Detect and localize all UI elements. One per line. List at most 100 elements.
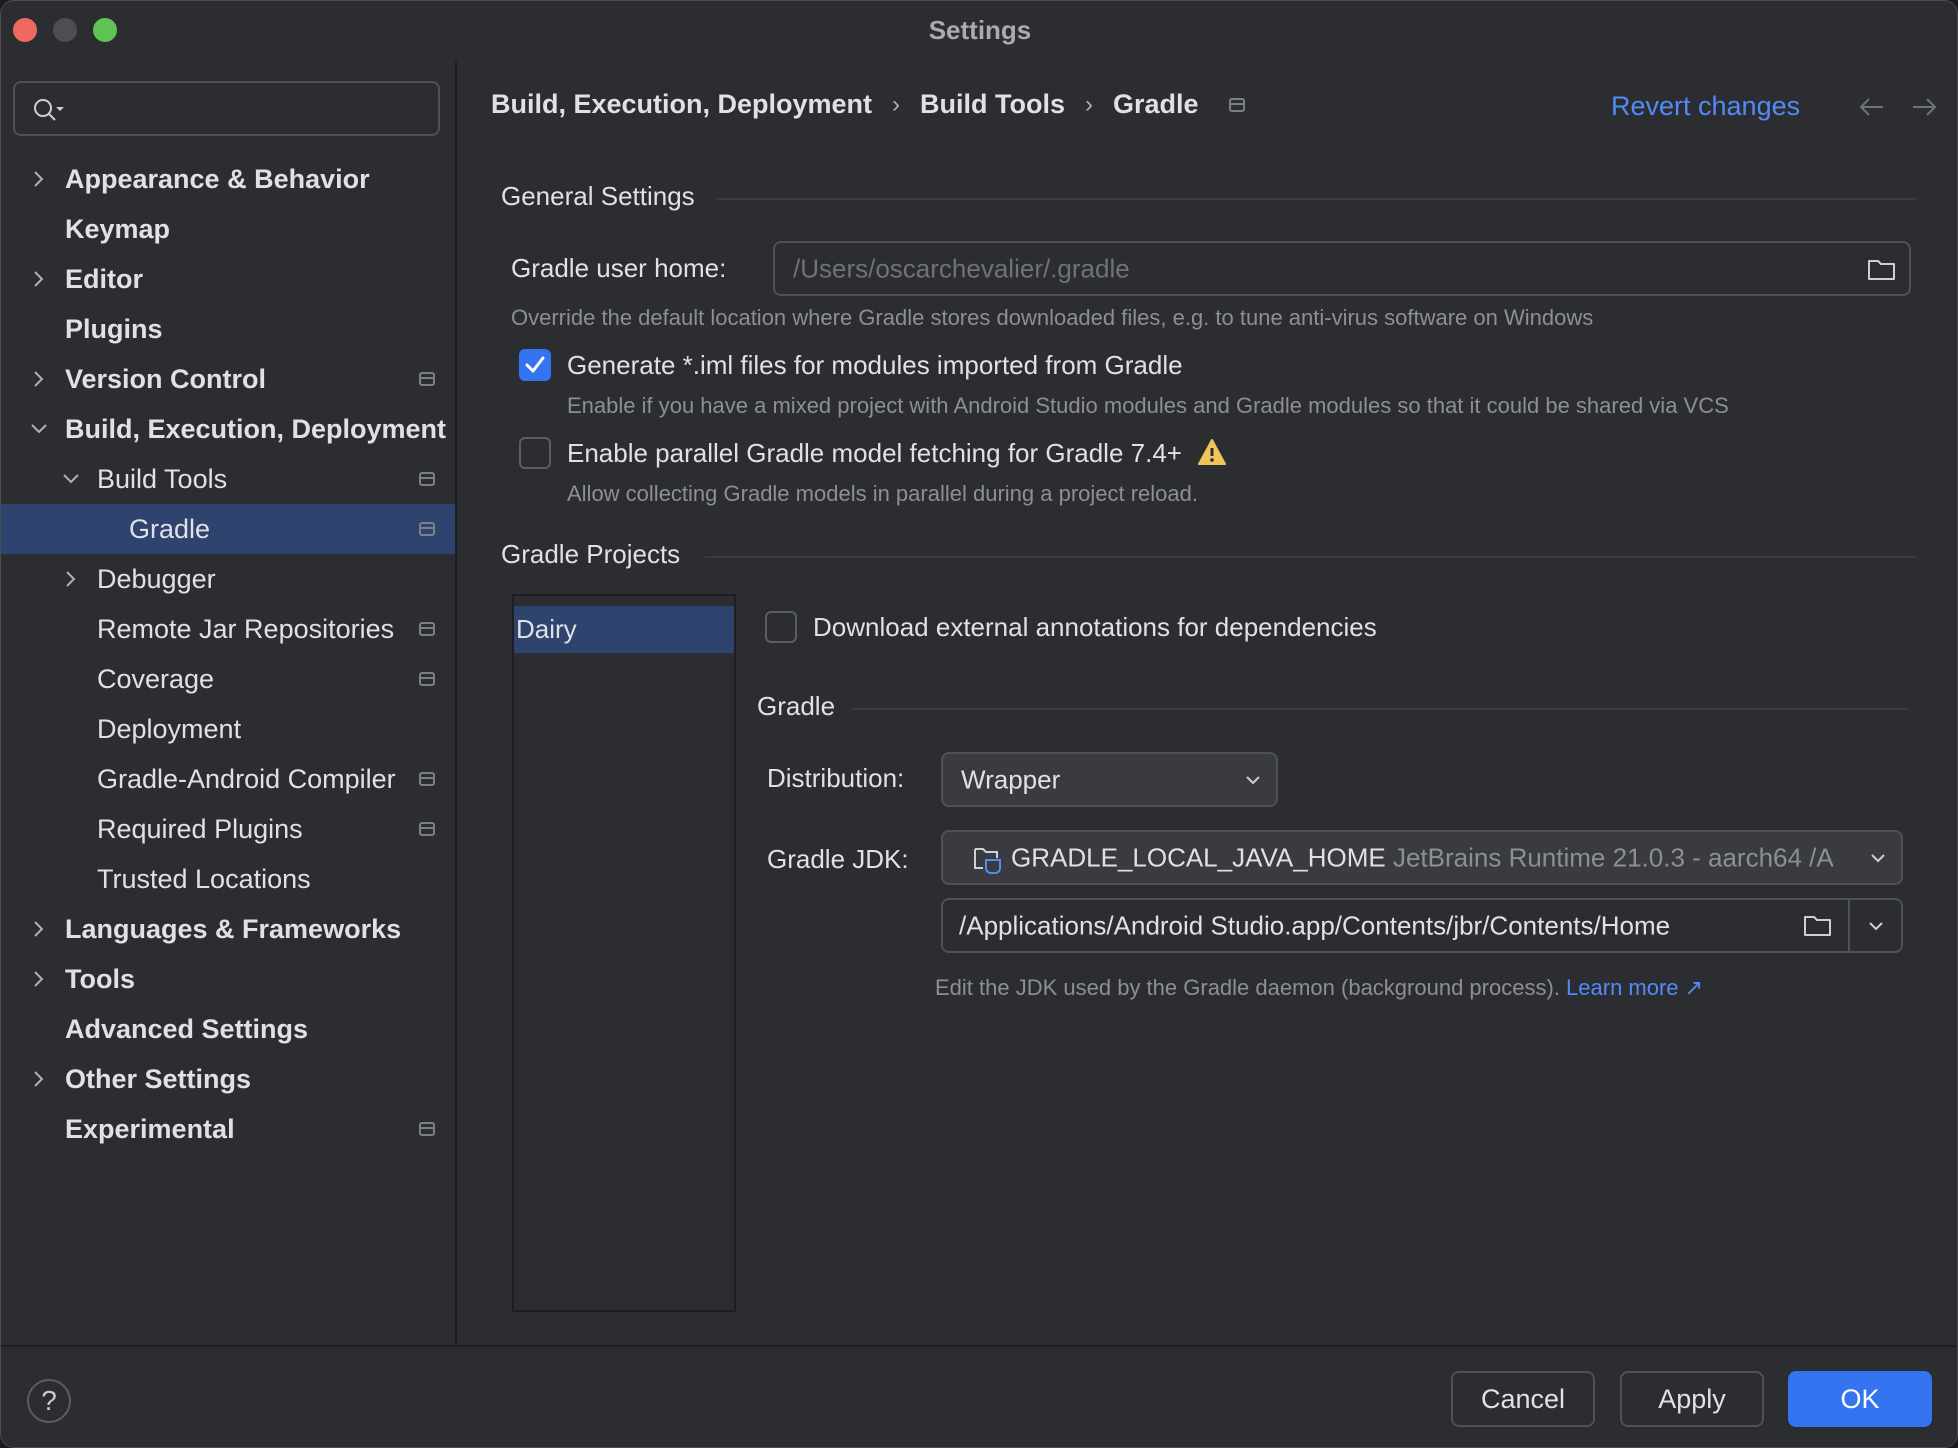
sidebar-item[interactable]: Build, Execution, Deployment [1, 404, 455, 454]
sidebar-item[interactable]: Trusted Locations [1, 854, 455, 904]
settings-content: Build, Execution, Deployment › Build Too… [459, 61, 1957, 1345]
jdk-hint: Edit the JDK used by the Gradle daemon (… [935, 975, 1703, 1001]
project-level-icon [419, 772, 435, 786]
sidebar-item[interactable]: Appearance & Behavior [1, 154, 455, 204]
project-level-icon [419, 472, 435, 486]
chevron-right-icon[interactable] [29, 369, 49, 389]
sidebar-item-label: Debugger [97, 563, 216, 594]
gradle-jdk-dropdown[interactable]: GRADLE_LOCAL_JAVA_HOME JetBrains Runtime… [941, 830, 1903, 885]
revert-changes-link[interactable]: Revert changes [1611, 91, 1800, 122]
forward-arrow-icon[interactable] [1909, 97, 1939, 117]
chevron-right-icon[interactable] [29, 269, 49, 289]
project-list-item[interactable]: Dairy [514, 606, 734, 653]
project-level-icon [419, 1122, 435, 1136]
sidebar-item-label: Tools [65, 963, 135, 994]
chevron-down-icon[interactable] [29, 419, 49, 439]
project-level-icon [1228, 97, 1245, 112]
sidebar-item-label: Required Plugins [97, 813, 303, 844]
cancel-button[interactable]: Cancel [1451, 1371, 1595, 1427]
section-divider [705, 556, 1917, 558]
parallel-fetch-label[interactable]: Enable parallel Gradle model fetching fo… [567, 438, 1227, 469]
project-level-icon [419, 672, 435, 686]
section-divider [851, 708, 1909, 710]
chevron-right-icon[interactable] [29, 169, 49, 189]
sidebar-item[interactable]: Debugger [1, 554, 455, 604]
section-divider [717, 198, 1917, 200]
jdk-folder-icon [974, 848, 1001, 874]
chevron-down-icon [1246, 775, 1260, 784]
project-level-icon [419, 372, 435, 386]
sidebar-item[interactable]: Plugins [1, 304, 455, 354]
generate-iml-checkbox[interactable] [519, 349, 551, 381]
gradle-projects-list: Dairy [512, 594, 736, 1312]
help-button[interactable]: ? [27, 1379, 71, 1423]
search-icon [34, 99, 64, 121]
sidebar-item-label: Plugins [65, 313, 163, 344]
generate-iml-hint: Enable if you have a mixed project with … [567, 393, 1729, 418]
sidebar-item-label: Deployment [97, 713, 242, 744]
folder-icon[interactable] [1803, 914, 1833, 938]
chevron-down-icon[interactable] [1867, 920, 1885, 932]
sidebar-item[interactable]: Editor [1, 254, 455, 304]
sidebar-item-label: Keymap [65, 213, 171, 244]
general-settings-title: General Settings [501, 181, 695, 211]
sidebar-item[interactable]: Gradle-Android Compiler [1, 754, 455, 804]
chevron-down-icon[interactable] [61, 469, 81, 489]
sidebar-item-label: Gradle-Android Compiler [97, 763, 396, 794]
chevron-right-icon[interactable] [29, 969, 49, 989]
sidebar-item[interactable]: Coverage [1, 654, 455, 704]
apply-button[interactable]: Apply [1620, 1371, 1764, 1427]
breadcrumb-item: Gradle [1113, 89, 1199, 119]
sidebar-item-label: Build Tools [97, 463, 228, 494]
folder-icon[interactable] [1867, 258, 1897, 282]
sidebar-item[interactable]: Tools [1, 954, 455, 1004]
ok-button[interactable]: OK [1788, 1371, 1932, 1427]
sidebar-item[interactable]: Remote Jar Repositories [1, 604, 455, 654]
distribution-dropdown[interactable]: Wrapper [941, 752, 1278, 807]
warning-icon [1198, 439, 1227, 465]
sidebar-item[interactable]: Other Settings [1, 1054, 455, 1104]
sidebar-item-label: Other Settings [65, 1063, 252, 1094]
chevron-right-icon[interactable] [61, 569, 81, 589]
distribution-label: Distribution: [767, 763, 905, 793]
gradle-user-home-input[interactable]: /Users/oscarchevalier/.gradle [773, 241, 1911, 296]
breadcrumb-separator: › [1085, 90, 1094, 118]
sidebar-item-label: Gradle [129, 513, 211, 544]
chevron-right-icon[interactable] [29, 1069, 49, 1089]
sidebar-item[interactable]: Deployment [1, 704, 455, 754]
breadcrumb-item[interactable]: Build Tools [920, 89, 1065, 120]
settings-sidebar: Appearance & Behavior Keymap Editor Plugins… [1, 61, 457, 1345]
sidebar-item[interactable]: Build Tools [1, 454, 455, 504]
back-arrow-icon[interactable] [1857, 97, 1887, 117]
gradle-jdk-value: GRADLE_LOCAL_JAVA_HOME JetBrains Runtime… [1011, 842, 1851, 873]
sidebar-item-label: Coverage [97, 663, 215, 694]
settings-search-input[interactable] [13, 81, 440, 136]
sidebar-item[interactable]: Version Control [1, 354, 455, 404]
sidebar-item-label: Remote Jar Repositories [97, 613, 395, 644]
learn-more-link[interactable]: Learn more ↗ [1566, 975, 1703, 1000]
sidebar-item-label: Experimental [65, 1113, 235, 1144]
chevron-right-icon[interactable] [29, 919, 49, 939]
sidebar-item-label: Trusted Locations [97, 863, 311, 894]
breadcrumb-item[interactable]: Build, Execution, Deployment [491, 89, 872, 120]
download-annotations-label[interactable]: Download external annotations for depend… [813, 612, 1377, 643]
sidebar-item[interactable]: Keymap [1, 204, 455, 254]
sidebar-item[interactable]: Required Plugins [1, 804, 455, 854]
parallel-fetch-checkbox[interactable] [519, 437, 551, 469]
sidebar-item[interactable]: Gradle [1, 504, 455, 554]
sidebar-item[interactable]: Languages & Frameworks [1, 904, 455, 954]
jdk-name: GRADLE_LOCAL_JAVA_HOME [1011, 842, 1386, 872]
jdk-path-input[interactable]: /Applications/Android Studio.app/Content… [941, 898, 1903, 953]
download-annotations-checkbox[interactable] [765, 611, 797, 643]
gradle-subsection-title: Gradle [757, 691, 836, 721]
sidebar-item[interactable]: Advanced Settings [1, 1004, 455, 1054]
checkmark-icon [525, 356, 545, 373]
generate-iml-label[interactable]: Generate *.iml files for modules importe… [567, 350, 1183, 381]
breadcrumb: Build, Execution, Deployment › Build Too… [491, 89, 1245, 120]
gradle-user-home-placeholder: /Users/oscarchevalier/.gradle [793, 253, 1130, 283]
sidebar-item[interactable]: Experimental [1, 1104, 455, 1154]
jdk-path-value: /Applications/Android Studio.app/Content… [959, 910, 1671, 940]
distribution-value: Wrapper [961, 764, 1061, 794]
gradle-projects-title: Gradle Projects [501, 539, 681, 569]
parallel-fetch-label-text: Enable parallel Gradle model fetching fo… [567, 438, 1182, 468]
